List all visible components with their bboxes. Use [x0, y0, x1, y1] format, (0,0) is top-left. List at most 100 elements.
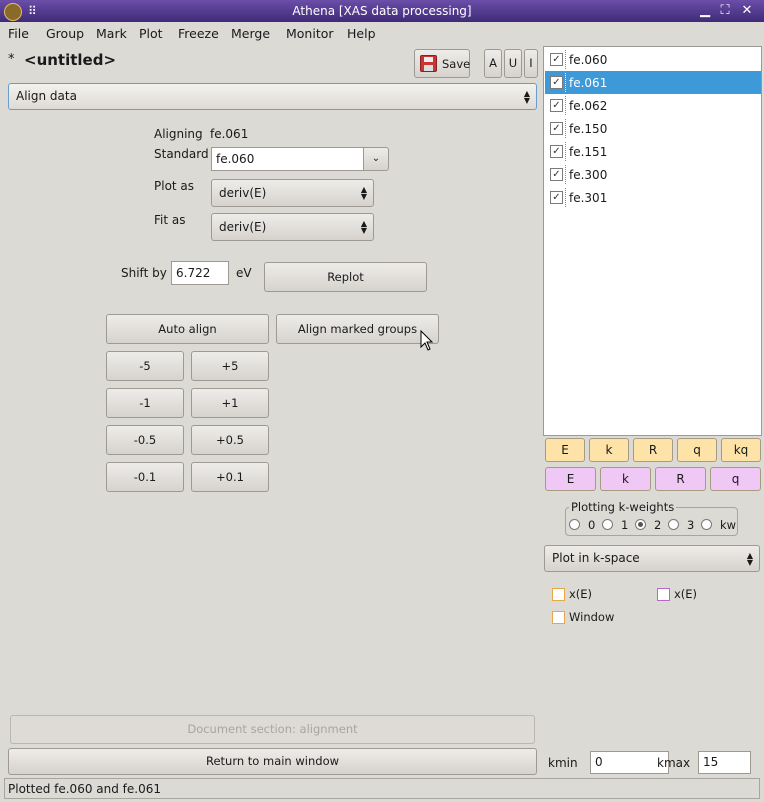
group-row[interactable]: ✓ fe.060 [545, 48, 761, 71]
kweight-label-3: 3 [687, 518, 695, 532]
plot-single-E-button[interactable]: E [545, 438, 585, 462]
window-checkbox[interactable] [552, 611, 565, 624]
tool-select-value: Align data [16, 89, 77, 103]
group-mark-checkbox[interactable]: ✓ [550, 122, 563, 135]
kweight-label-1: 1 [621, 518, 629, 532]
menu-help[interactable]: Help [347, 26, 376, 41]
save-button[interactable]: Save [414, 49, 470, 78]
save-label: Save [442, 57, 471, 71]
fit-as-value: deriv(E) [219, 220, 267, 234]
row-separator [565, 50, 566, 69]
shift-minus-0.1-button[interactable]: -0.1 [106, 462, 184, 492]
plot-single-k-button[interactable]: k [589, 438, 629, 462]
minimize-icon[interactable]: ▁ [696, 2, 714, 20]
window-label: Window [569, 610, 615, 624]
group-row[interactable]: ✓ fe.151 [545, 140, 761, 163]
plot-as-select[interactable]: deriv(E) ▲ ▼ [211, 179, 374, 207]
maximize-icon[interactable]: ⛶ [716, 2, 734, 20]
shift-plus-1-button[interactable]: +1 [191, 388, 269, 418]
aligning-value: fe.061 [210, 127, 249, 141]
mouse-cursor-icon [420, 330, 434, 351]
menu-mark[interactable]: Mark [96, 26, 127, 41]
menu-monitor[interactable]: Monitor [286, 26, 334, 41]
aligning-label: Aligning [154, 127, 203, 141]
menu-file[interactable]: File [8, 26, 29, 41]
group-row[interactable]: ✓ fe.300 [545, 163, 761, 186]
plot-marked-q-button[interactable]: q [710, 467, 761, 491]
standard-field[interactable]: fe.060 [211, 147, 364, 171]
updown-icon: ▲ ▼ [523, 88, 530, 105]
kweight-label-2: 2 [654, 518, 662, 532]
invert-button[interactable]: I [524, 49, 538, 78]
group-mark-checkbox[interactable]: ✓ [550, 76, 563, 89]
group-row[interactable]: ✓ fe.301 [545, 186, 761, 209]
shift-minus-0.5-button[interactable]: -0.5 [106, 425, 184, 455]
menu-group[interactable]: Group [46, 26, 84, 41]
document-section-button: Document section: alignment [10, 715, 535, 744]
floppy-disk-icon [420, 55, 437, 72]
shift-plus-5-button[interactable]: +5 [191, 351, 269, 381]
kweight-radio-kw[interactable] [701, 519, 712, 530]
shift-minus-1-button[interactable]: -1 [106, 388, 184, 418]
kweights-label: Plotting k-weights [569, 500, 677, 514]
xe-marked-checkbox[interactable] [657, 588, 670, 601]
group-mark-checkbox[interactable]: ✓ [550, 99, 563, 112]
plot-space-select[interactable]: Plot in k-space ▲ ▼ [544, 545, 760, 572]
plot-marked-E-button[interactable]: E [545, 467, 596, 491]
menu-merge[interactable]: Merge [231, 26, 270, 41]
close-icon[interactable]: ✕ [738, 2, 756, 20]
updown-icon: ▲ ▼ [360, 185, 367, 201]
group-row[interactable]: ✓ fe.150 [545, 117, 761, 140]
kweight-radio-1[interactable] [602, 519, 613, 530]
xe-marked-label: x(E) [674, 587, 698, 601]
plot-single-R-button[interactable]: R [633, 438, 673, 462]
group-row[interactable]: ✓ fe.061 [545, 71, 761, 94]
group-mark-checkbox[interactable]: ✓ [550, 53, 563, 66]
shift-field[interactable]: 6.722 [171, 261, 229, 285]
row-separator [565, 142, 566, 161]
row-separator [565, 96, 566, 115]
group-mark-checkbox[interactable]: ✓ [550, 145, 563, 158]
menu-freeze[interactable]: Freeze [178, 26, 219, 41]
chevron-down-icon: ⌄ [371, 153, 381, 164]
kweight-radio-2[interactable] [635, 519, 646, 530]
tool-select[interactable]: Align data ▲ ▼ [8, 83, 537, 110]
fit-as-label: Fit as [154, 213, 186, 227]
kmin-label: kmin [548, 756, 578, 770]
shift-plus-0.5-button[interactable]: +0.5 [191, 425, 269, 455]
group-name: fe.061 [569, 76, 608, 90]
kweight-radio-0[interactable] [569, 519, 580, 530]
group-row[interactable]: ✓ fe.062 [545, 94, 761, 117]
group-mark-checkbox[interactable]: ✓ [550, 191, 563, 204]
kweight-radio-3[interactable] [668, 519, 679, 530]
plot-marked-k-button[interactable]: k [600, 467, 651, 491]
group-name: fe.150 [569, 122, 608, 136]
plot-as-value: deriv(E) [219, 186, 267, 200]
status-bar: Plotted fe.060 and fe.061 [4, 778, 760, 799]
plot-single-kq-button[interactable]: kq [721, 438, 761, 462]
auto-align-button[interactable]: Auto align [106, 314, 269, 344]
replot-button[interactable]: Replot [264, 262, 427, 292]
group-mark-checkbox[interactable]: ✓ [550, 168, 563, 181]
row-separator [565, 165, 566, 184]
select-all-button[interactable]: A [484, 49, 502, 78]
standard-dropdown-button[interactable]: ⌄ [363, 147, 389, 171]
menu-bar: File Group Mark Plot Freeze Merge Monito… [0, 22, 764, 45]
unselect-button[interactable]: U [504, 49, 522, 78]
shift-plus-0.1-button[interactable]: +0.1 [191, 462, 269, 492]
plot-as-label: Plot as [154, 179, 195, 193]
menu-plot[interactable]: Plot [139, 26, 163, 41]
return-to-main-button[interactable]: Return to main window [8, 748, 537, 775]
group-name: fe.060 [569, 53, 608, 67]
plot-marked-R-button[interactable]: R [655, 467, 706, 491]
fit-as-select[interactable]: deriv(E) ▲ ▼ [211, 213, 374, 241]
shift-by-label: Shift by [121, 266, 167, 280]
shift-minus-5-button[interactable]: -5 [106, 351, 184, 381]
groups-list[interactable]: ✓ fe.060 ✓ fe.061 ✓ fe.062 ✓ fe.150 ✓ fe.151 ✓ fe.3… [543, 46, 762, 436]
align-marked-groups-button[interactable]: Align marked groups [276, 314, 439, 344]
plot-single-q-button[interactable]: q [677, 438, 717, 462]
group-name: fe.151 [569, 145, 608, 159]
kmax-field[interactable]: 15 [698, 751, 751, 774]
xe-single-checkbox[interactable] [552, 588, 565, 601]
row-separator [565, 119, 566, 138]
